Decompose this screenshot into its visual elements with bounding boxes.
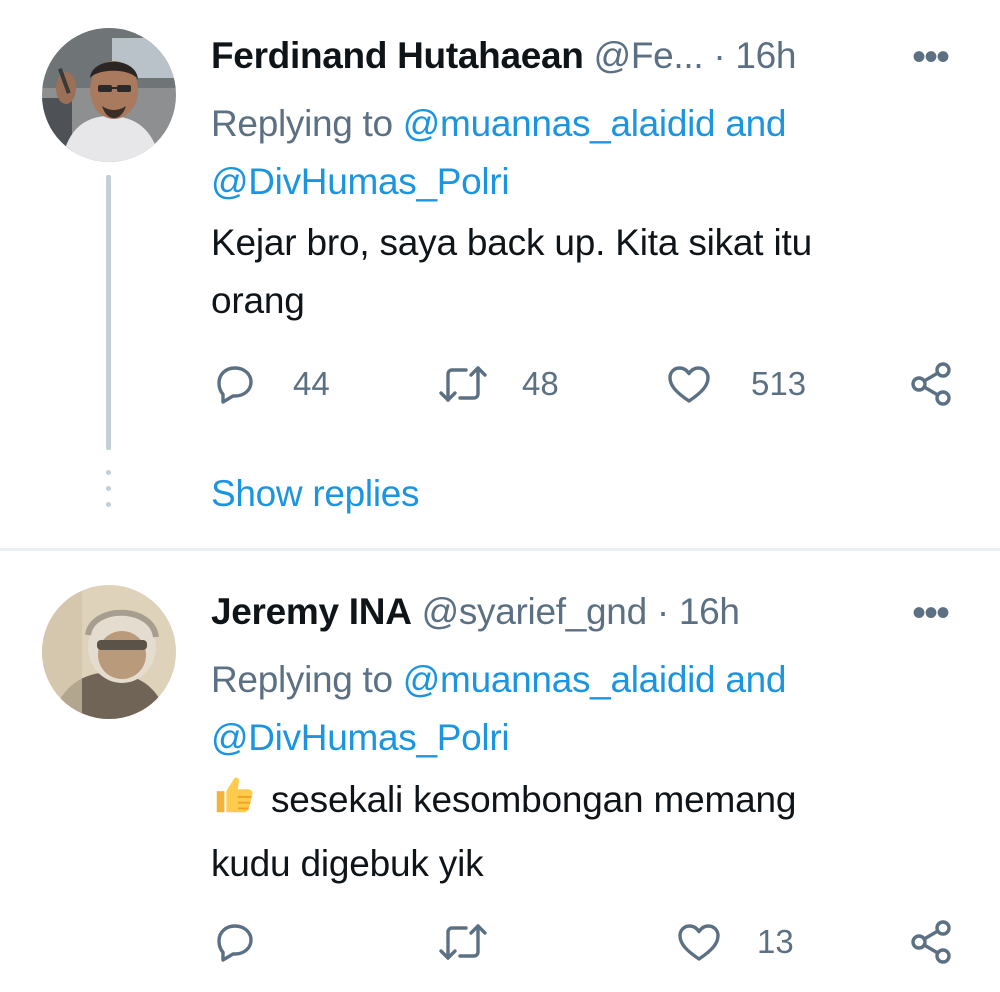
replying-prefix: Replying to [211,103,393,144]
like-count: 13 [757,923,794,960]
replying-to: Replying to @muannas_alaidid and @DivHum… [211,651,971,767]
tweet[interactable]: Ferdinand Hutahaean @Fe... · 16h ••• Rep… [0,0,1000,548]
reply-icon [217,366,253,404]
like-button[interactable]: 513 [665,354,806,414]
tweet-header: Jeremy INA @syarief_gnd · 16h [211,591,740,633]
tweet-text-line: kudu digebuk yik [211,843,484,884]
avatar[interactable] [42,28,176,162]
replying-prefix: Replying to [211,659,393,700]
timestamp[interactable]: 16h [679,591,740,632]
retweet-button[interactable]: 48 [436,354,559,414]
retweet-icon [439,924,487,960]
mention-link[interactable]: @DivHumas_Polri [211,161,510,202]
display-name[interactable]: Ferdinand Hutahaean [211,35,584,76]
share-button[interactable] [907,354,955,414]
tweet-text-line: orang [211,280,305,321]
thumbs-up-icon [211,772,257,835]
avatar[interactable] [42,585,176,719]
reply-count: 44 [293,365,330,402]
tweet-header: Ferdinand Hutahaean @Fe... · 16h [211,35,796,77]
mention-link[interactable]: @DivHumas_Polri [211,717,510,758]
replying-to: Replying to @muannas_alaidid and @DivHum… [211,95,971,211]
mention-link[interactable]: @muannas_alaidid [403,103,716,144]
share-icon [911,362,951,406]
like-icon [668,366,710,403]
tweet-text-line: Kejar bro, saya back up. Kita sikat itu [211,222,812,263]
retweet-count: 48 [522,365,559,402]
replying-conjunction[interactable]: and [725,659,786,700]
display-name[interactable]: Jeremy INA [211,591,412,632]
separator-dot: · [656,591,669,632]
share-button[interactable] [907,912,955,972]
reply-button[interactable]: 44 [211,354,330,414]
share-icon [911,920,951,964]
reply-icon [217,924,253,962]
tweet-text: Kejar bro, saya back up. Kita sikat itu … [211,214,931,330]
retweet-icon [439,366,487,402]
like-icon [678,924,720,961]
more-icon[interactable]: ••• [912,37,950,77]
tweet-text-line: sesekali kesombongan memang [271,779,797,820]
reply-button[interactable] [211,912,289,972]
timestamp[interactable]: 16h [735,35,796,76]
tweet[interactable]: Jeremy INA @syarief_gnd · 16h ••• Replyi… [0,551,1000,992]
thread-dots [106,470,111,518]
separator-dot: · [713,35,726,76]
user-handle[interactable]: @Fe... [594,35,704,76]
like-count: 513 [751,365,807,402]
tweet-actions: 13 [211,912,971,972]
thread-line [106,175,111,450]
retweet-button[interactable] [436,912,520,972]
replying-conjunction[interactable]: and [725,103,786,144]
tweet-actions: 44 48 513 [211,354,971,414]
mention-link[interactable]: @muannas_alaidid [403,659,716,700]
like-button[interactable]: 13 [675,912,794,972]
show-replies-link[interactable]: Show replies [211,473,420,515]
tweet-text: sesekali kesombongan memang kudu digebuk… [211,771,931,893]
user-handle[interactable]: @syarief_gnd [422,591,648,632]
more-icon[interactable]: ••• [912,593,950,633]
